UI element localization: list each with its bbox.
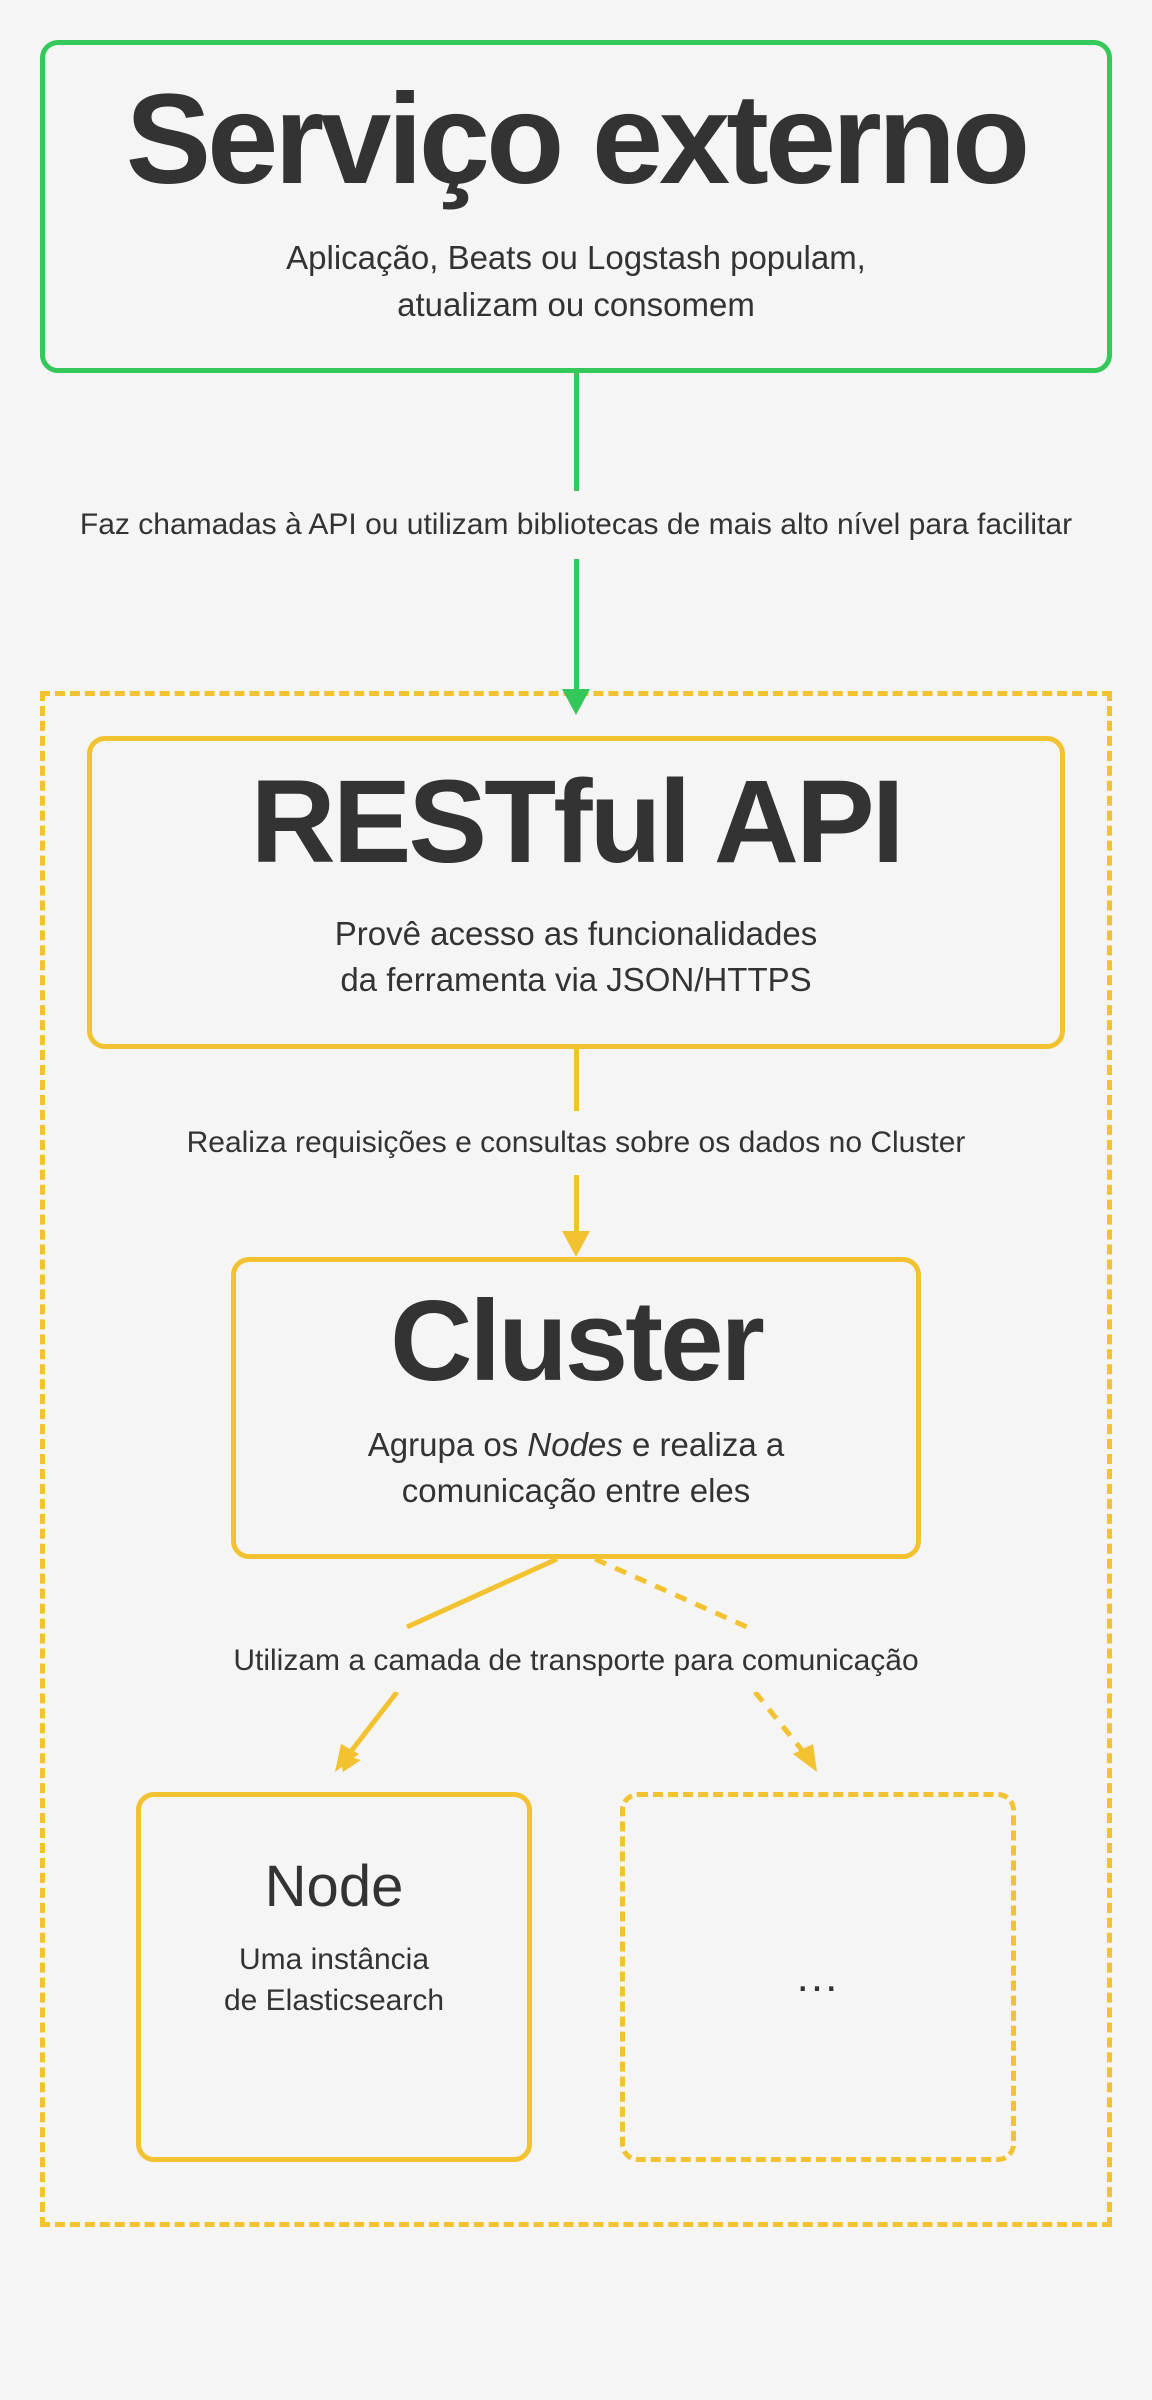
elasticsearch-container: RESTful API Provê acesso as funcionalida… — [40, 691, 1112, 2226]
placeholder-ellipsis: ... — [797, 1952, 840, 2002]
cluster-title: Cluster — [276, 1282, 876, 1402]
cluster-subtitle-1: Agrupa os Nodes e realiza a — [276, 1422, 876, 1468]
api-title: RESTful API — [132, 761, 1020, 885]
external-subtitle-1: Aplicação, Beats ou Logstash populam, — [85, 235, 1067, 281]
node-box: Node Uma instância de Elasticsearch — [136, 1792, 532, 2162]
api-subtitle-2: da ferramenta via JSON/HTTPS — [132, 957, 1020, 1003]
nodes-row: Node Uma instância de Elasticsearch ... — [87, 1792, 1065, 2162]
node-subtitle-1: Uma instância — [161, 1940, 507, 1981]
restful-api-box: RESTful API Provê acesso as funcionalida… — [87, 736, 1065, 1048]
edge-label-3: Utilizam a camada de transporte para com… — [233, 1641, 918, 1682]
cluster-sub-prefix: Agrupa os — [368, 1426, 528, 1463]
arrow-api-to-cluster: Realiza requisições e consultas sobre os… — [87, 1049, 1065, 1258]
external-subtitle-2: atualizam ou consomem — [85, 282, 1067, 328]
api-subtitle-1: Provê acesso as funcionalidades — [132, 911, 1020, 957]
cluster-box: Cluster Agrupa os Nodes e realiza a comu… — [231, 1257, 921, 1559]
arrow-external-to-api: Faz chamadas à API ou utilizam bibliotec… — [40, 373, 1112, 716]
edge-label-1: Faz chamadas à API ou utilizam bibliotec… — [80, 505, 1072, 546]
node-subtitle-2: de Elasticsearch — [161, 1981, 507, 2022]
arrow-cluster-to-nodes: Utilizam a camada de transporte para com… — [87, 1559, 1065, 1782]
cluster-sub-em: Nodes — [527, 1426, 622, 1463]
node-placeholder-box: ... — [620, 1792, 1016, 2162]
edge-label-2: Realiza requisições e consultas sobre os… — [187, 1123, 966, 1164]
cluster-sub-suffix: e realiza a — [623, 1426, 784, 1463]
external-title: Serviço externo — [85, 73, 1067, 207]
external-service-box: Serviço externo Aplicação, Beats ou Logs… — [40, 40, 1112, 373]
cluster-subtitle-2: comunicação entre eles — [276, 1468, 876, 1514]
node-title: Node — [161, 1855, 507, 1919]
